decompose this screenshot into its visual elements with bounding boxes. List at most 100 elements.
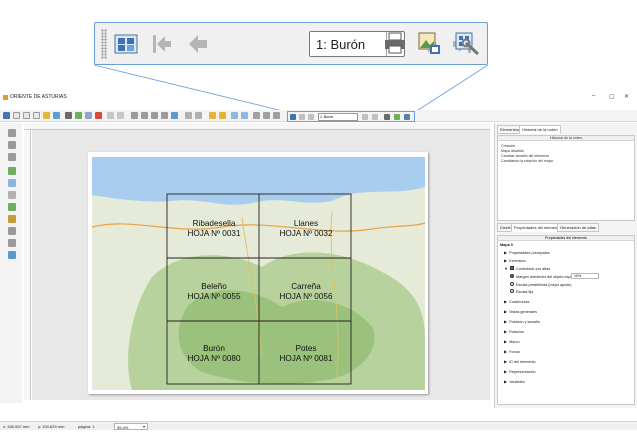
prop-grids[interactable]: ▶ Cuadrículas xyxy=(504,299,529,304)
zoom-out-icon[interactable] xyxy=(151,112,158,119)
last-feature-icon[interactable] xyxy=(372,114,378,120)
lock-icon[interactable] xyxy=(209,112,216,119)
status-x: x: 346.057 mm xyxy=(3,424,30,429)
close-button[interactable]: ✕ xyxy=(624,93,629,100)
previous-feature-icon[interactable] xyxy=(308,114,314,120)
prop-fixed-scale[interactable]: Escala fija xyxy=(510,289,533,294)
export-atlas-image-icon[interactable] xyxy=(394,114,400,120)
prop-item-id[interactable]: ▶ ID del elemento xyxy=(504,359,536,364)
add-scalebar-icon[interactable] xyxy=(8,215,16,223)
checkbox-checked-icon[interactable] xyxy=(509,266,514,270)
prop-overviews[interactable]: ▶ Vistas generales xyxy=(504,309,537,314)
group-icon[interactable] xyxy=(219,112,226,119)
lock-items-icon[interactable] xyxy=(185,112,192,119)
zoom-select[interactable]: 55.4% ▾ xyxy=(114,423,148,430)
export-image-icon[interactable] xyxy=(75,112,82,119)
move-content-icon[interactable] xyxy=(8,141,16,149)
status-y: y: 100.629 mm xyxy=(38,424,65,429)
prop-rendering[interactable]: ▶ Representación xyxy=(504,369,536,374)
add-legend-icon[interactable] xyxy=(8,203,16,211)
duplicate-layout-icon[interactable] xyxy=(23,112,30,119)
margin-input[interactable]: 10% xyxy=(571,273,599,279)
save-template-icon[interactable] xyxy=(53,112,60,119)
atlas-settings-icon[interactable] xyxy=(290,114,296,120)
edit-nodes-icon[interactable] xyxy=(8,153,16,161)
prop-frame[interactable]: ▶ Marco xyxy=(504,339,520,344)
minimize-button[interactable]: – xyxy=(592,93,595,99)
export-pdf-icon[interactable] xyxy=(95,112,102,119)
right-dock: Elementos Historial de la orden Historia… xyxy=(494,123,637,408)
sheet-code: HOJA Nº 0056 xyxy=(279,292,333,301)
prop-extent[interactable]: ▶ Extensión xyxy=(504,258,526,263)
radio-selected-icon[interactable] xyxy=(510,274,514,278)
add-picture-icon[interactable] xyxy=(8,179,16,187)
props-title: Propiedades del elemento xyxy=(498,236,634,241)
history-item[interactable]: Cambiar tamaño del elemento xyxy=(501,154,549,158)
sheet-name: Beleño xyxy=(201,282,227,291)
distribute-icon[interactable] xyxy=(263,112,270,119)
refresh-icon[interactable] xyxy=(171,112,178,119)
tab-command-history[interactable]: Historial de la orden xyxy=(519,125,561,134)
horizontal-ruler xyxy=(24,123,490,130)
chevron-down-icon[interactable]: ▾ xyxy=(143,424,145,429)
open-template-icon[interactable] xyxy=(43,112,50,119)
atlas-settings-icon[interactable] xyxy=(111,29,141,59)
undo-icon[interactable] xyxy=(107,112,114,119)
new-layout-icon[interactable] xyxy=(13,112,20,119)
add-table-icon[interactable] xyxy=(8,251,16,259)
sheet-name: Llanes xyxy=(293,219,319,228)
layout-manager-icon[interactable] xyxy=(33,112,40,119)
add-shape-icon[interactable] xyxy=(8,227,16,235)
tab-item-properties[interactable]: Propiedades del elemento xyxy=(511,223,564,232)
resize-icon[interactable] xyxy=(273,112,280,119)
prop-atlas-controlled[interactable]: ▼ Controlado por atlas xyxy=(504,266,550,271)
prop-predefined-scale[interactable]: Escala predefinida (mejor ajuste) xyxy=(510,282,572,287)
map-sheet-label: Beleño HOJA Nº 0055 xyxy=(168,282,260,302)
prop-variables[interactable]: ▶ Variables xyxy=(504,379,525,384)
redo-icon[interactable] xyxy=(117,112,124,119)
history-item[interactable]: Cambiando la rotación del mapa xyxy=(501,159,553,163)
first-feature-icon[interactable] xyxy=(147,29,177,59)
align-icon[interactable] xyxy=(253,112,260,119)
atlas-settings-wrench-icon[interactable] xyxy=(452,28,482,58)
export-atlas-image-icon[interactable] xyxy=(414,28,444,58)
previous-feature-icon[interactable] xyxy=(183,29,213,59)
select-tool-icon[interactable] xyxy=(8,129,16,137)
atlas-settings-wrench-icon[interactable] xyxy=(404,114,410,120)
maximize-button[interactable]: ▢ xyxy=(609,93,615,100)
zoom-in-icon[interactable] xyxy=(141,112,148,119)
next-feature-icon[interactable] xyxy=(362,114,368,120)
prop-main[interactable]: ▶ Propiedades principales xyxy=(504,250,550,255)
atlas-toolbar: 1: Burón xyxy=(287,111,415,122)
prop-background[interactable]: ▶ Fondo xyxy=(504,349,520,354)
prop-position-size[interactable]: ▶ Posición y tamaño xyxy=(504,319,540,324)
radio-icon[interactable] xyxy=(510,289,514,293)
pan-icon[interactable] xyxy=(131,112,138,119)
prop-margin[interactable]: Margen alrededor del objeto espacial xyxy=(510,274,578,279)
map-item[interactable]: Ribadesella HOJA Nº 0031 Llanes HOJA Nº … xyxy=(92,157,425,390)
radio-icon[interactable] xyxy=(510,282,514,286)
prop-rotation[interactable]: ▶ Rotación xyxy=(504,329,524,334)
unlock-items-icon[interactable] xyxy=(195,112,202,119)
tools-toolbar xyxy=(0,123,22,403)
save-icon[interactable] xyxy=(3,112,10,119)
atlas-page-value: 1: Burón xyxy=(316,37,366,52)
window-title: ORIENTE DE ASTURIAS xyxy=(10,94,67,100)
print-icon[interactable] xyxy=(65,112,72,119)
add-arrow-icon[interactable] xyxy=(8,239,16,247)
export-svg-icon[interactable] xyxy=(85,112,92,119)
print-atlas-icon[interactable] xyxy=(384,114,390,120)
atlas-page-combo-small[interactable]: 1: Burón xyxy=(318,113,358,121)
history-item[interactable]: Creación xyxy=(501,144,515,148)
tab-atlas-generation[interactable]: Generación de atlas xyxy=(557,223,599,232)
add-label-icon[interactable] xyxy=(8,191,16,199)
toolbar-grip[interactable] xyxy=(101,29,107,59)
history-item[interactable]: Mapa añadido xyxy=(501,149,524,153)
print-atlas-icon[interactable] xyxy=(380,28,410,58)
sheet-code: HOJA Nº 0055 xyxy=(187,292,241,301)
raise-icon[interactable] xyxy=(231,112,238,119)
zoom-full-icon[interactable] xyxy=(161,112,168,119)
first-feature-icon[interactable] xyxy=(299,114,305,120)
add-map-icon[interactable] xyxy=(8,167,16,175)
lower-icon[interactable] xyxy=(241,112,248,119)
